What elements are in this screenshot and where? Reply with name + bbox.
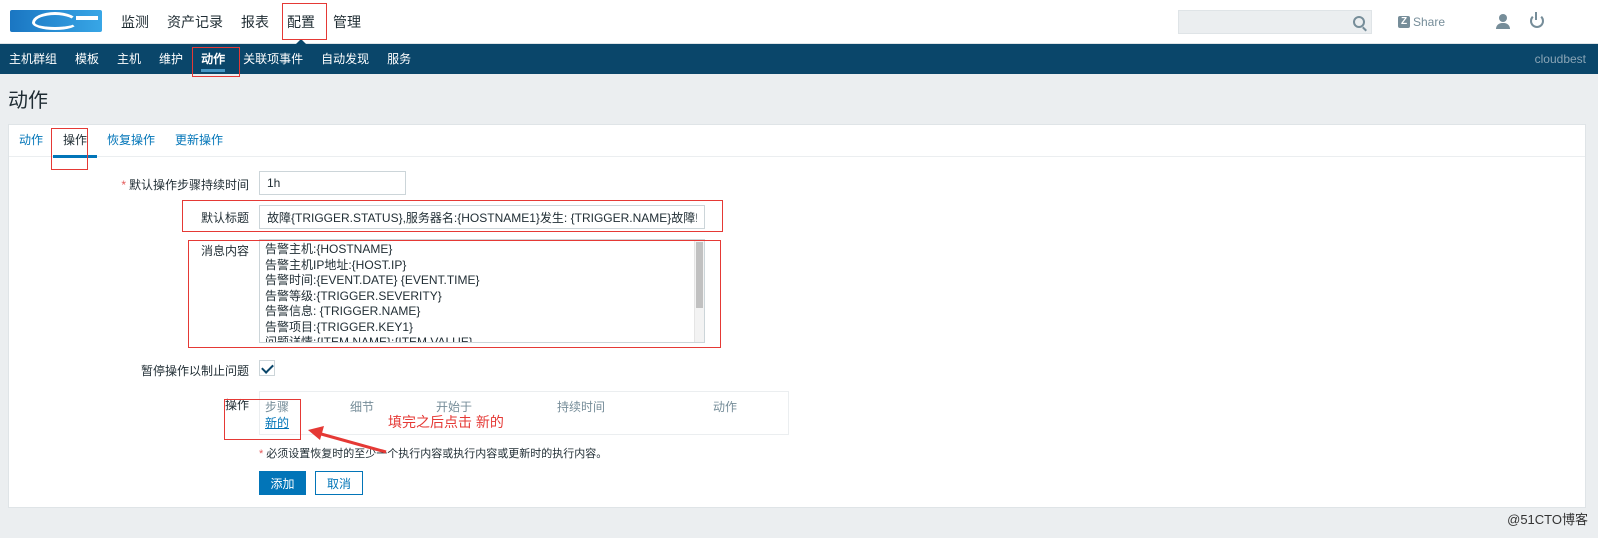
message-textarea[interactable]: 告警主机:{HOSTNAME} 告警主机IP地址:{HOST.IP} 告警时间:… <box>259 239 705 343</box>
step-duration-input[interactable] <box>259 171 406 195</box>
tab-action[interactable]: 动作 <box>9 125 53 156</box>
textarea-scrollbar[interactable] <box>694 240 704 342</box>
share-label: Share <box>1413 15 1446 29</box>
submenu-discovery[interactable]: 自动发现 <box>312 44 378 74</box>
submenu-hosts[interactable]: 主机 <box>108 44 150 74</box>
message-line: 告警主机IP地址:{HOST.IP} <box>265 257 407 272</box>
add-button[interactable]: 添加 <box>259 471 306 495</box>
step-duration-label: * 默认操作步骤持续时间 <box>9 176 249 193</box>
col-action: 动作 <box>713 400 738 414</box>
operations-label: 操作 <box>224 398 249 412</box>
watermark: @51CTO博客 <box>1507 512 1588 527</box>
action-form-container: 动作 操作 恢复操作 更新操作 *默认操作步骤持续时间 默认标题 消息内容 告警… <box>8 124 1586 508</box>
submenu-maintenance[interactable]: 维护 <box>150 44 192 74</box>
logo-bar-icon <box>76 16 98 20</box>
requirement-note: * 必须设置恢复时的至少一个执行内容或执行内容或更新时的执行内容。 <box>259 445 607 461</box>
message-line: 告警主机:{HOSTNAME} <box>265 242 393 256</box>
submenu-actions[interactable]: 动作 <box>192 44 234 74</box>
cancel-button[interactable]: 取消 <box>315 471 363 495</box>
tab-bar: 动作 操作 恢复操作 更新操作 <box>9 125 1585 158</box>
tab-recovery-operations[interactable]: 恢复操作 <box>97 125 165 156</box>
pause-label: 暂停操作以制止问题 <box>140 364 249 378</box>
main-menu: 监测 资产记录 报表 配置 管理 <box>112 0 370 45</box>
message-label: 消息内容 <box>200 244 249 258</box>
top-bar: 监测 资产记录 报表 配置 管理 Z Share <box>0 0 1598 45</box>
user-body-shape <box>1496 23 1510 29</box>
col-steps: 步骤 <box>265 400 290 414</box>
submenu-host-groups[interactable]: 主机群组 <box>0 44 66 74</box>
mainmenu-inventory[interactable]: 资产记录 <box>158 0 232 44</box>
new-operation-link[interactable]: 新的 <box>265 414 289 431</box>
message-line: 问题详情:{ITEM.NAME}:{ITEM.VALUE} <box>265 335 473 343</box>
requirement-note-text: 必须设置恢复时的至少一个执行内容或执行内容或更新时的执行内容。 <box>266 448 608 460</box>
tab-update-operations[interactable]: 更新操作 <box>165 125 233 156</box>
required-asterisk: * <box>121 178 126 192</box>
user-profile-icon[interactable] <box>1496 14 1510 30</box>
step-duration-label-text: 默认操作步骤持续时间 <box>128 178 249 192</box>
mainmenu-monitoring[interactable]: 监测 <box>112 0 158 44</box>
search-icon[interactable] <box>1353 16 1365 28</box>
logo-mark-icon <box>32 12 78 30</box>
mainmenu-configuration[interactable]: 配置 <box>278 0 324 45</box>
annotation-text: 填完之后点击 新的 <box>388 414 504 430</box>
sub-menu: 主机群组 模板 主机 维护 动作 关联项事件 自动发现 服务 cloudbest <box>0 44 1598 74</box>
share-icon: Z <box>1398 16 1410 28</box>
col-details: 细节 <box>350 400 375 414</box>
mainmenu-administration[interactable]: 管理 <box>324 0 370 44</box>
share-link[interactable]: Z Share <box>1398 14 1445 30</box>
message-line: 告警时间:{EVENT.DATE} {EVENT.TIME} <box>265 273 480 287</box>
required-asterisk: * <box>259 448 264 460</box>
col-duration: 持续时间 <box>557 400 606 414</box>
message-line: 告警项目:{TRIGGER.KEY1} <box>265 319 414 334</box>
message-line: 告警信息: {TRIGGER.NAME} <box>265 304 421 318</box>
default-subject-label: 默认标题 <box>200 211 249 225</box>
user-head-shape <box>1499 14 1507 22</box>
submenu-event-correlation[interactable]: 关联项事件 <box>234 44 312 74</box>
zabbix-logo[interactable] <box>10 10 102 32</box>
logout-power-icon[interactable] <box>1530 12 1544 28</box>
default-subject-input[interactable] <box>259 205 705 229</box>
pause-checkbox[interactable] <box>259 360 275 376</box>
mainmenu-reports[interactable]: 报表 <box>232 0 278 44</box>
submenu-templates[interactable]: 模板 <box>66 44 108 74</box>
submenu-services[interactable]: 服务 <box>378 44 420 74</box>
tab-operations[interactable]: 操作 <box>53 125 98 158</box>
scrollbar-thumb[interactable] <box>696 242 703 308</box>
message-line: 告警等级:{TRIGGER.SEVERITY} <box>265 288 442 303</box>
operations-table: 步骤 细节 开始于 持续时间 动作 新的 <box>259 391 789 435</box>
server-name: cloudbest <box>1534 52 1586 66</box>
search-input[interactable] <box>1178 10 1372 34</box>
page-title: 动作 <box>8 90 48 112</box>
